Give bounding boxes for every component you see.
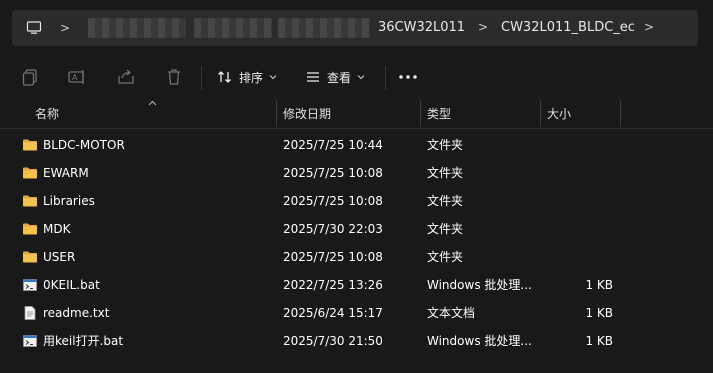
file-row[interactable]: Libraries 2025/7/25 10:08 文件夹 <box>0 187 713 215</box>
breadcrumb-separator[interactable]: > <box>60 21 70 35</box>
breadcrumb-separator[interactable]: > <box>478 20 488 34</box>
rename-icon[interactable]: A <box>67 67 87 87</box>
sort-label: 排序 <box>239 70 264 85</box>
toolbar-divider <box>385 66 386 90</box>
file-type: Windows 批处理... <box>427 334 532 348</box>
file-type: 文件夹 <box>427 222 464 236</box>
file-date-modified: 2025/7/30 21:50 <box>283 334 383 348</box>
this-pc-icon[interactable] <box>26 20 42 36</box>
blurred-breadcrumb <box>194 18 272 38</box>
file-date-modified: 2025/7/25 10:08 <box>283 194 383 208</box>
column-size[interactable]: 大小 <box>547 100 571 128</box>
file-row[interactable]: readme.txt 2025/6/24 15:17 文本文档 1 KB <box>0 299 713 327</box>
file-size <box>540 159 613 187</box>
column-divider[interactable] <box>420 100 421 127</box>
command-bar: A 排序 查看 <box>0 56 713 98</box>
file-size: 1 KB <box>585 278 613 292</box>
file-name: BLDC-MOTOR <box>43 138 125 152</box>
address-bar[interactable]: > 36CW32L011 > CW32L011_BLDC_ec > <box>12 10 698 46</box>
column-name[interactable]: 名称 <box>35 100 59 128</box>
breadcrumb-item[interactable]: 36CW32L011 <box>378 20 465 35</box>
file-row[interactable]: MDK 2025/7/30 22:03 文件夹 <box>0 215 713 243</box>
sort-ascending-icon <box>148 100 157 106</box>
file-name: 0KEIL.bat <box>43 278 100 292</box>
file-date-modified: 2022/7/25 13:26 <box>283 278 383 292</box>
view-label: 查看 <box>327 70 352 85</box>
file-list: BLDC-MOTOR 2025/7/25 10:44 文件夹 EWARM 2025/7/… <box>0 131 713 355</box>
view-icon <box>307 72 319 82</box>
blurred-breadcrumb <box>88 18 186 38</box>
column-type[interactable]: 类型 <box>427 100 451 128</box>
folder-icon <box>23 223 37 235</box>
file-date-modified: 2025/7/25 10:44 <box>283 138 383 152</box>
file-name: readme.txt <box>43 306 110 320</box>
batch-file-icon <box>23 279 37 291</box>
delete-icon[interactable] <box>164 67 184 87</box>
file-date-modified: 2025/7/25 10:08 <box>283 250 383 264</box>
breadcrumb-item[interactable]: CW32L011_BLDC_ec <box>501 20 635 35</box>
svg-text:A: A <box>72 73 78 82</box>
file-type: 文件夹 <box>427 194 464 208</box>
column-divider[interactable] <box>540 100 541 127</box>
file-date-modified: 2025/7/30 22:03 <box>283 222 383 236</box>
file-name: MDK <box>43 222 71 236</box>
chevron-down-icon <box>357 75 365 80</box>
breadcrumb-separator[interactable]: > <box>644 20 654 34</box>
batch-file-icon <box>23 335 37 347</box>
file-date-modified: 2025/6/24 15:17 <box>283 306 383 320</box>
column-divider[interactable] <box>620 100 621 127</box>
sort-icon <box>218 71 231 83</box>
copy-icon[interactable] <box>20 67 40 87</box>
toolbar-divider <box>201 66 202 90</box>
file-name: USER <box>43 250 76 264</box>
folder-icon <box>23 195 37 207</box>
column-date-modified[interactable]: 修改日期 <box>283 100 331 128</box>
file-size <box>540 215 613 243</box>
file-name: Libraries <box>43 194 95 208</box>
share-icon[interactable] <box>116 67 136 87</box>
more-options-icon[interactable] <box>398 74 418 80</box>
file-row[interactable]: EWARM 2025/7/25 10:08 文件夹 <box>0 159 713 187</box>
file-name: 用keil打开.bat <box>43 334 124 348</box>
folder-icon <box>23 167 37 179</box>
file-type: 文件夹 <box>427 250 464 264</box>
view-button[interactable]: 查看 <box>305 67 365 87</box>
file-type: 文件夹 <box>427 138 464 152</box>
file-type: 文本文档 <box>427 306 476 320</box>
chevron-down-icon <box>269 75 277 80</box>
blurred-breadcrumb <box>278 18 370 38</box>
column-header: 名称 修改日期 类型 大小 <box>0 100 713 129</box>
text-file-icon <box>24 306 36 320</box>
file-type: 文件夹 <box>427 166 464 180</box>
file-row[interactable]: 用keil打开.bat 2025/7/30 21:50 Windows 批处理...… <box>0 327 713 355</box>
folder-icon <box>23 139 37 151</box>
file-size <box>540 187 613 215</box>
file-row[interactable]: 0KEIL.bat 2022/7/25 13:26 Windows 批处理... 1 … <box>0 271 713 299</box>
file-size <box>540 243 613 271</box>
file-date-modified: 2025/7/25 10:08 <box>283 166 383 180</box>
file-name: EWARM <box>43 166 89 180</box>
file-size: 1 KB <box>585 306 613 320</box>
sort-button[interactable]: 排序 <box>217 67 277 87</box>
file-row[interactable]: USER 2025/7/25 10:08 文件夹 <box>0 243 713 271</box>
folder-icon <box>23 251 37 263</box>
file-type: Windows 批处理... <box>427 278 532 292</box>
file-size: 1 KB <box>585 334 613 348</box>
file-row[interactable]: BLDC-MOTOR 2025/7/25 10:44 文件夹 <box>0 131 713 159</box>
file-size <box>540 131 613 159</box>
column-divider[interactable] <box>276 100 277 127</box>
